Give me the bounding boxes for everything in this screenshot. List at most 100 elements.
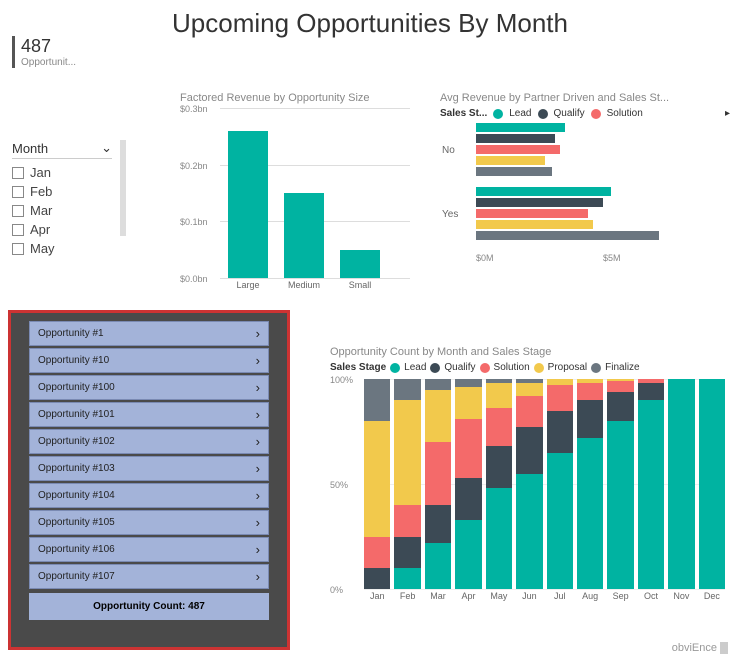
- bar-column[interactable]: [547, 379, 573, 589]
- list-item[interactable]: Opportunity #106›: [29, 537, 269, 562]
- bar-segment[interactable]: [486, 383, 512, 408]
- bar-segment[interactable]: [394, 400, 420, 505]
- checkbox-icon[interactable]: [12, 186, 24, 198]
- bar-segment[interactable]: [455, 419, 481, 478]
- list-item[interactable]: Opportunity #107›: [29, 564, 269, 589]
- list-item[interactable]: Opportunity #1›: [29, 321, 269, 346]
- bar-column[interactable]: [394, 379, 420, 589]
- bar[interactable]: [284, 193, 324, 278]
- bar[interactable]: [476, 167, 552, 176]
- bar-column[interactable]: [699, 379, 725, 589]
- list-item[interactable]: Opportunity #10›: [29, 348, 269, 373]
- bar-segment[interactable]: [516, 474, 542, 590]
- bar[interactable]: [340, 250, 380, 278]
- list-item[interactable]: Opportunity #104›: [29, 483, 269, 508]
- bar-column[interactable]: [638, 379, 664, 589]
- slicer-header[interactable]: Month ⌄: [12, 140, 112, 159]
- slicer-scrollbar[interactable]: [120, 140, 126, 236]
- factored-revenue-chart[interactable]: Factored Revenue by Opportunity Size $0.…: [180, 92, 410, 290]
- bar-segment[interactable]: [425, 379, 451, 390]
- mobile-preview[interactable]: Opportunity #1›Opportunity #10›Opportuni…: [8, 310, 290, 650]
- bar-segment[interactable]: [547, 385, 573, 410]
- bar-segment[interactable]: [394, 379, 420, 400]
- bar-segment[interactable]: [425, 390, 451, 443]
- bar-segment[interactable]: [394, 568, 420, 589]
- bar-segment[interactable]: [486, 446, 512, 488]
- bar[interactable]: [476, 209, 588, 218]
- month-slicer[interactable]: Month ⌄ JanFebMarAprMay: [12, 140, 112, 258]
- bar-segment[interactable]: [425, 543, 451, 589]
- legend-more-icon[interactable]: ▸: [725, 108, 730, 119]
- bar[interactable]: [476, 220, 593, 229]
- bar[interactable]: [476, 187, 611, 196]
- bar[interactable]: [476, 123, 565, 132]
- slicer-title: Month: [12, 141, 48, 156]
- bar[interactable]: [476, 145, 560, 154]
- bar-segment[interactable]: [607, 381, 633, 392]
- bar-segment[interactable]: [364, 379, 390, 421]
- bar-segment[interactable]: [668, 379, 694, 589]
- slicer-item[interactable]: Feb: [12, 182, 112, 201]
- bar[interactable]: [228, 131, 268, 278]
- bar-column[interactable]: [425, 379, 451, 589]
- checkbox-icon[interactable]: [12, 205, 24, 217]
- slicer-item[interactable]: May: [12, 239, 112, 258]
- bar-segment[interactable]: [547, 453, 573, 590]
- bar-segment[interactable]: [516, 396, 542, 428]
- bar-segment[interactable]: [547, 411, 573, 453]
- bar-segment[interactable]: [577, 383, 603, 400]
- bar-segment[interactable]: [364, 537, 390, 569]
- checkbox-icon[interactable]: [12, 243, 24, 255]
- bar-column[interactable]: [668, 379, 694, 589]
- bar-segment[interactable]: [425, 442, 451, 505]
- bar-segment[interactable]: [638, 400, 664, 589]
- bar-segment[interactable]: [364, 421, 390, 537]
- bar[interactable]: [476, 134, 555, 143]
- bar-segment[interactable]: [486, 488, 512, 589]
- legend-item: Qualify: [444, 362, 475, 373]
- bar-column[interactable]: [516, 379, 542, 589]
- bar-segment[interactable]: [455, 387, 481, 419]
- bar-segment[interactable]: [577, 400, 603, 438]
- bar-segment[interactable]: [455, 478, 481, 520]
- bar-segment[interactable]: [607, 392, 633, 421]
- checkbox-icon[interactable]: [12, 167, 24, 179]
- chevron-down-icon[interactable]: ⌄: [101, 140, 112, 156]
- bar-segment[interactable]: [577, 438, 603, 589]
- bar-column[interactable]: [486, 379, 512, 589]
- bar-column[interactable]: [607, 379, 633, 589]
- avg-revenue-chart[interactable]: Avg Revenue by Partner Driven and Sales …: [440, 92, 730, 267]
- bar[interactable]: [476, 198, 603, 207]
- bar-segment[interactable]: [516, 383, 542, 396]
- chart-title: Factored Revenue by Opportunity Size: [180, 92, 410, 104]
- bar[interactable]: [476, 156, 545, 165]
- bar-segment[interactable]: [516, 427, 542, 473]
- slicer-item[interactable]: Mar: [12, 201, 112, 220]
- chevron-right-icon: ›: [256, 434, 260, 449]
- bar-segment[interactable]: [607, 421, 633, 589]
- list-item[interactable]: Opportunity #102›: [29, 429, 269, 454]
- bar-segment[interactable]: [425, 505, 451, 543]
- list-item[interactable]: Opportunity #100›: [29, 375, 269, 400]
- list-item[interactable]: Opportunity #103›: [29, 456, 269, 481]
- slicer-item[interactable]: Jan: [12, 163, 112, 182]
- bar-column[interactable]: [364, 379, 390, 589]
- bar[interactable]: [476, 231, 659, 240]
- bar-segment[interactable]: [699, 379, 725, 589]
- bar-column[interactable]: [577, 379, 603, 589]
- bar-segment[interactable]: [394, 505, 420, 537]
- stacked-chart[interactable]: Opportunity Count by Month and Sales Sta…: [330, 346, 725, 601]
- legend-label: Sales Stage: [330, 362, 386, 373]
- bar-segment[interactable]: [486, 408, 512, 446]
- bar-column[interactable]: [455, 379, 481, 589]
- checkbox-icon[interactable]: [12, 224, 24, 236]
- bar-segment[interactable]: [455, 379, 481, 387]
- list-item[interactable]: Opportunity #105›: [29, 510, 269, 535]
- slicer-item[interactable]: Apr: [12, 220, 112, 239]
- bar-segment[interactable]: [638, 383, 664, 400]
- bar-segment[interactable]: [394, 537, 420, 569]
- bar-segment[interactable]: [455, 520, 481, 589]
- list-footer: Opportunity Count: 487: [29, 593, 269, 620]
- list-item[interactable]: Opportunity #101›: [29, 402, 269, 427]
- bar-segment[interactable]: [364, 568, 390, 589]
